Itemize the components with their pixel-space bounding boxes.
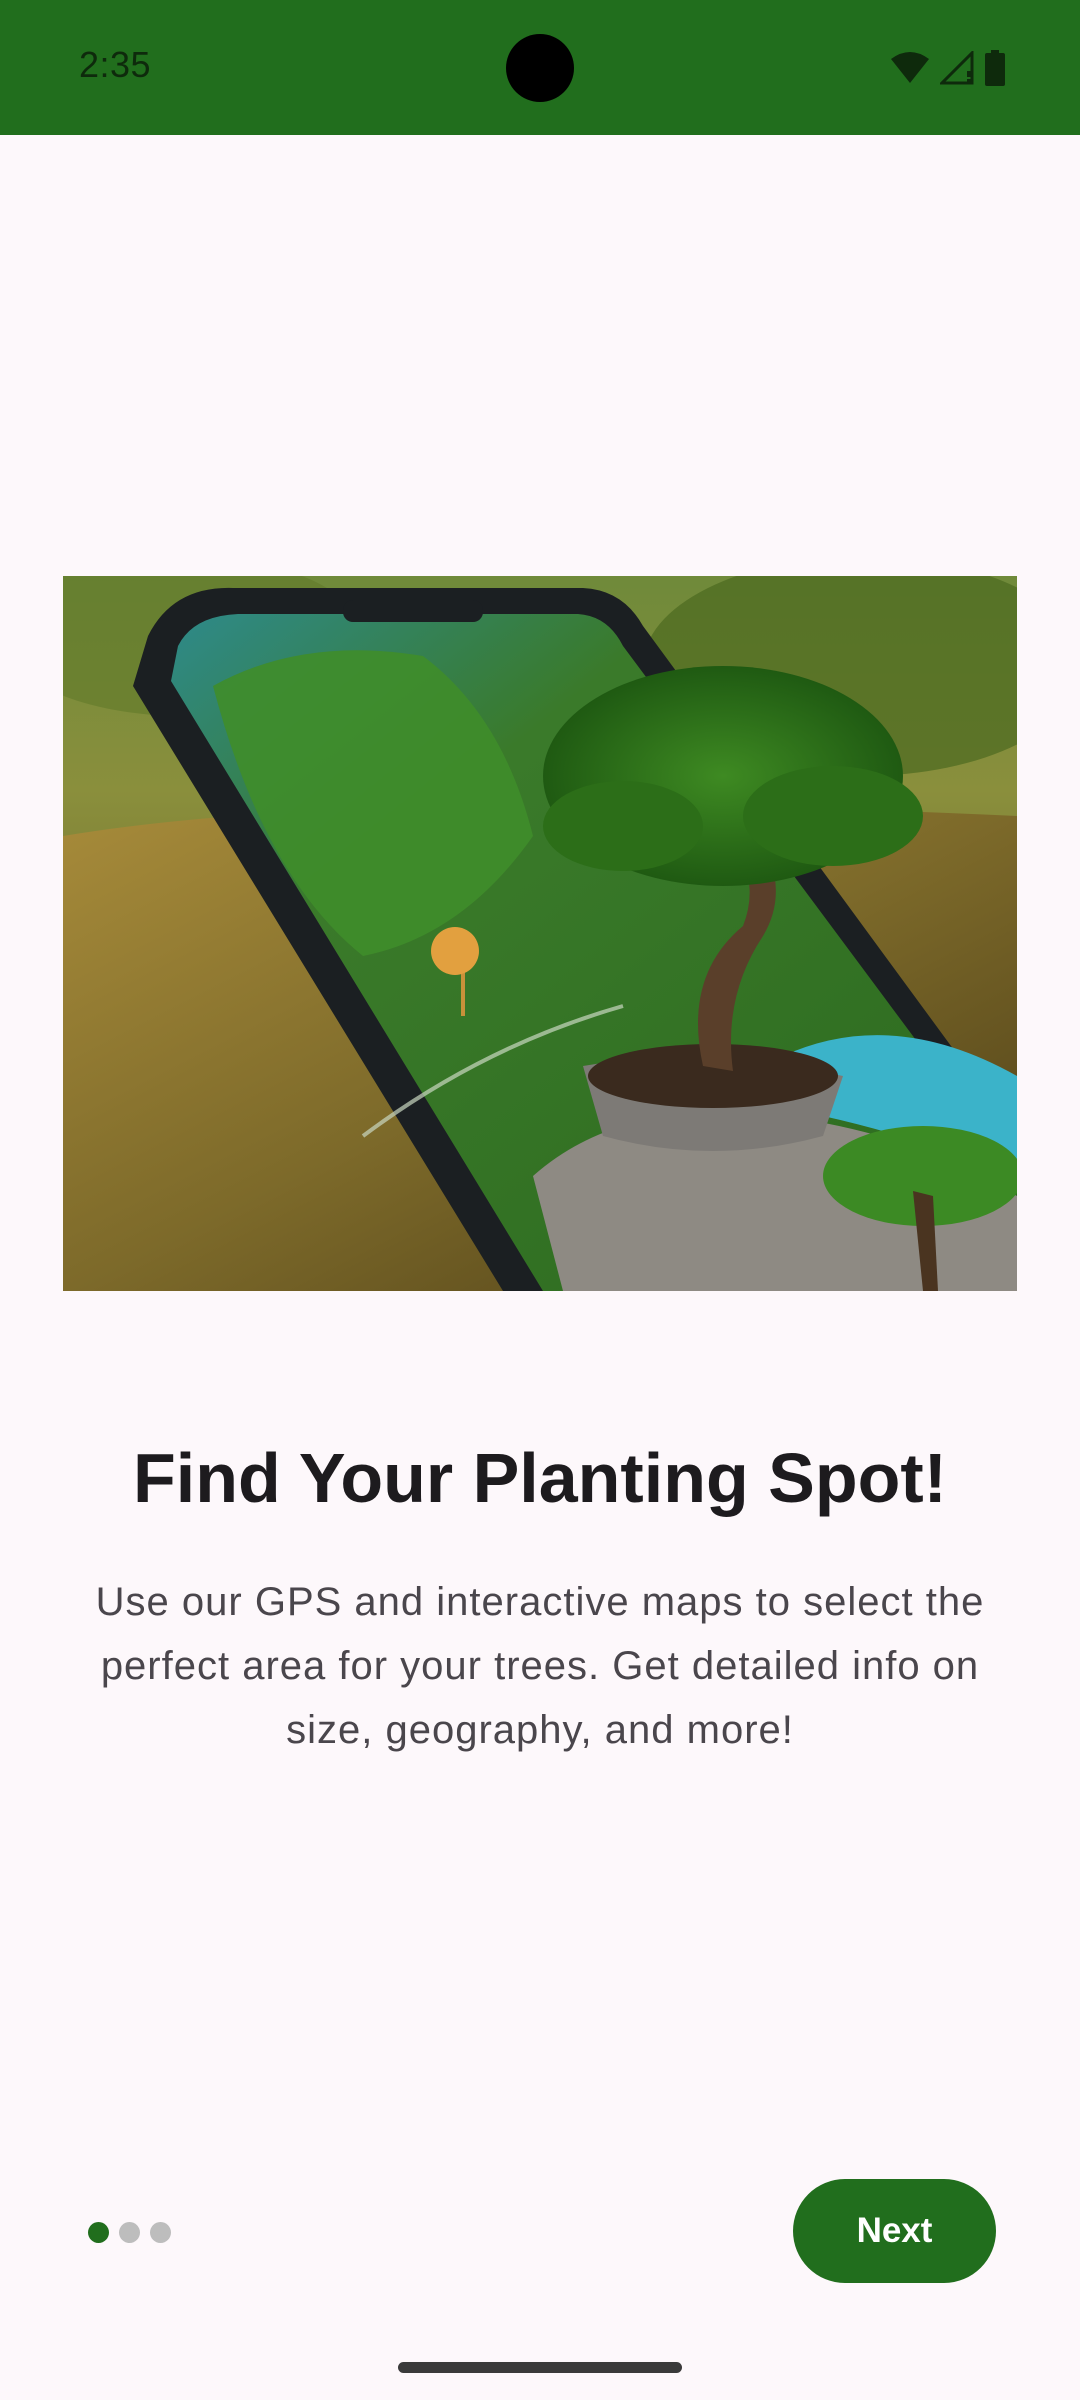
status-time: 2:35 xyxy=(79,44,152,85)
page-indicator-dot-1 xyxy=(88,2221,109,2243)
onboarding-description: Use our GPS and interactive maps to sele… xyxy=(95,1580,985,1752)
onboarding-title: Find Your Planting Spot! xyxy=(133,1439,947,1517)
next-button[interactable]: Next xyxy=(793,2179,996,2283)
status-icons xyxy=(890,48,1006,88)
battery-icon xyxy=(984,50,1006,86)
status-bar: 2:35 xyxy=(0,0,1080,135)
hero-illustration xyxy=(63,576,1017,1291)
signal-icon xyxy=(940,51,974,85)
wifi-icon xyxy=(890,51,930,85)
camera-cutout xyxy=(506,34,574,102)
page-indicator xyxy=(88,2221,171,2243)
home-indicator[interactable] xyxy=(398,2362,682,2373)
phone-map-bonsai-illustration xyxy=(63,576,1017,1291)
page-indicator-dot-3 xyxy=(150,2221,171,2243)
page-indicator-dot-2 xyxy=(119,2221,140,2243)
